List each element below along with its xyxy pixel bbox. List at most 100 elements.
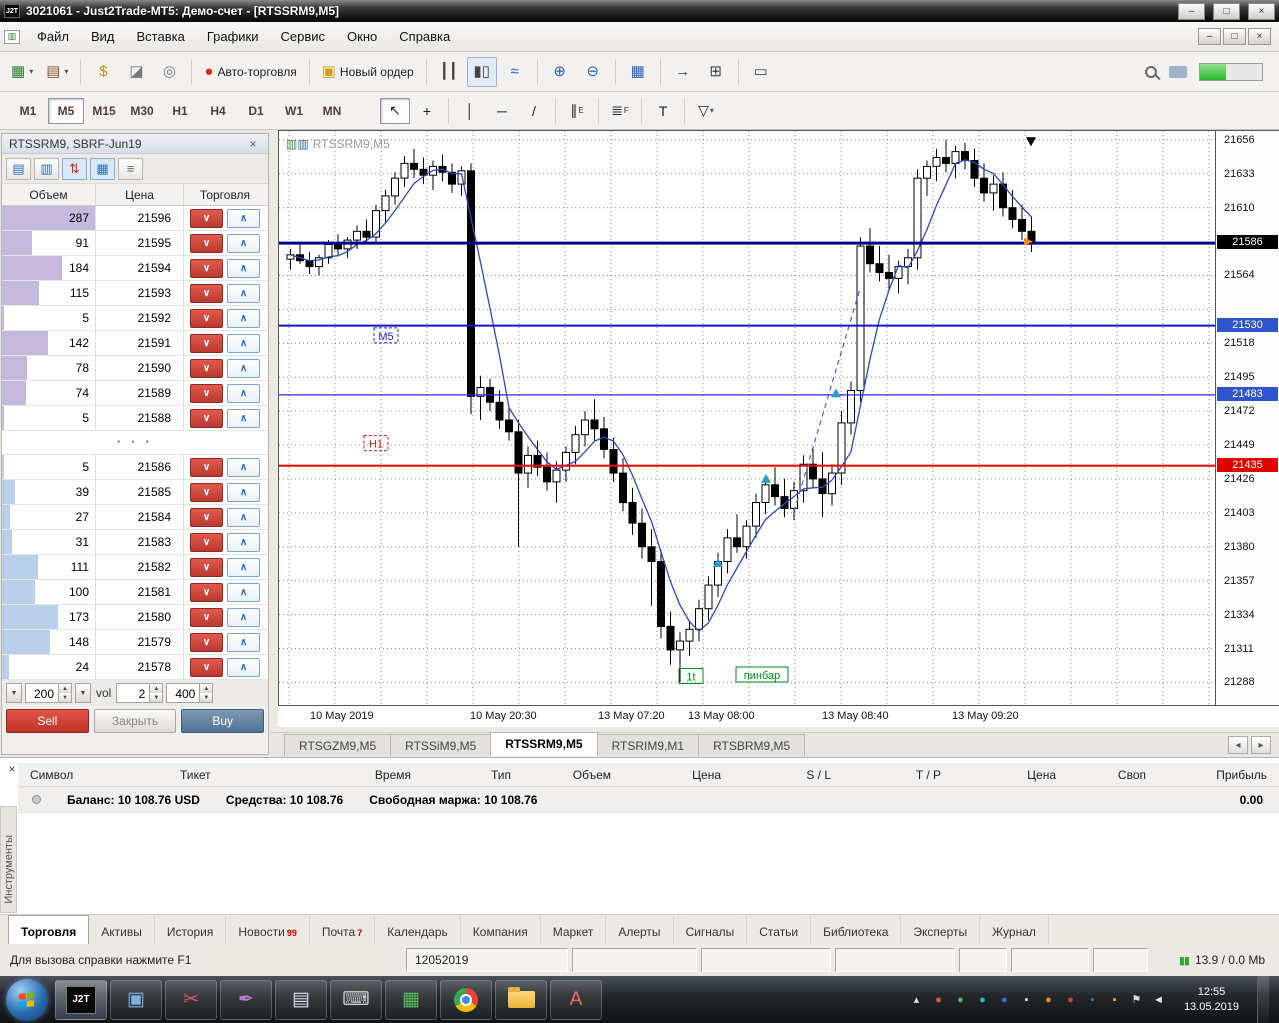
sell-at-price-button[interactable]: ∨ [190,233,223,253]
tray-icon-1[interactable]: ● [931,992,946,1008]
buy-at-price-button[interactable]: ∧ [227,258,260,278]
sell-at-price-button[interactable]: ∨ [190,383,223,403]
taskbar-snipping-app[interactable]: ✂ [165,979,217,1020]
sell-at-price-button[interactable]: ∨ [190,657,223,677]
sell-at-price-button[interactable]: ∨ [190,482,223,502]
chart-tab-1[interactable]: RTSGZM9,M5 [284,734,392,756]
chart-view-icon[interactable]: ▤ [6,157,31,180]
dom-column-1[interactable]: Объем [2,184,96,205]
taskbar-clock[interactable]: 12:55 13.05.2019 [1174,985,1249,1015]
buy-at-price-button[interactable]: ∧ [227,383,260,403]
tp-points-input[interactable]: 400 ▲ ▼ [166,683,214,703]
mdi-minimize-button[interactable]: – [1198,28,1221,45]
candles-chart-button[interactable]: ▮▯ [466,56,497,87]
orders-view-icon[interactable]: ⇅ [62,157,87,180]
tile-windows-button[interactable]: ▦ [623,57,653,87]
tray-icon-3[interactable]: ● [975,992,990,1008]
menu-item-5[interactable]: Сервис [270,23,337,50]
sell-at-price-button[interactable]: ∨ [190,532,223,552]
toolbox-tab-news[interactable]: Новости 99 [226,914,310,945]
toolbox-column-9[interactable]: Цена [953,768,1068,782]
taskbar-notepad-app[interactable]: ▤ [275,979,327,1020]
tray-icon-7[interactable]: ● [1063,992,1078,1008]
sl-dropdown-icon[interactable]: ▼ [6,683,22,703]
dom-column-2[interactable]: Цена [96,184,184,205]
buy-at-price-button[interactable]: ∧ [227,333,260,353]
toolbox-tab-trade[interactable]: Торговля [8,914,90,945]
buy-at-price-button[interactable]: ∧ [227,308,260,328]
search-icon[interactable] [1145,65,1157,78]
toolbox-tab-journal[interactable]: Журнал [980,914,1049,945]
taskbar-acrobat-app[interactable]: A [550,979,602,1020]
volume-up-icon[interactable]: ▲ [150,684,163,693]
chart-tab-3[interactable]: RTSSRM9,M5 [490,732,598,756]
toolbox-tab-market[interactable]: Маркет [541,914,607,945]
menu-item-4[interactable]: Графики [196,23,270,50]
mdi-restore-button[interactable]: □ [1223,28,1246,45]
toolbox-tab-experts[interactable]: Эксперты [901,914,981,945]
buy-at-price-button[interactable]: ∧ [227,233,260,253]
chart-shift-button[interactable]: ⊞ [701,57,731,87]
toolbox-column-7[interactable]: S / L [733,768,843,782]
trendline-tool[interactable]: / [519,98,549,124]
toolbox-column-1[interactable]: Символ [18,768,168,782]
tray-hidden-icons[interactable]: ▴ [909,992,924,1008]
chart-tab-2[interactable]: RTSSiM9,M5 [390,734,492,756]
minimize-button[interactable]: – [1178,2,1205,20]
toolbox-column-11[interactable]: Прибыль [1158,768,1279,782]
start-button[interactable] [2,978,52,1021]
close-position-button[interactable]: Закрыть [93,709,177,733]
sell-at-price-button[interactable]: ∨ [190,283,223,303]
timeframe-d1[interactable]: D1 [238,98,274,124]
data-window-button[interactable]: ◪ [121,57,151,87]
volume-down-icon[interactable]: ▼ [150,693,163,702]
sl-value[interactable]: 200 [26,684,58,702]
crosshair-tool[interactable]: + [412,98,442,124]
toolbox-tab-signals[interactable]: Сигналы [674,914,748,945]
mdi-close-button[interactable]: × [1248,28,1271,45]
toolbox-tab-history[interactable]: История [155,914,227,945]
bars-chart-button[interactable]: ┃┃ [434,57,464,87]
buy-at-price-button[interactable]: ∧ [227,457,260,477]
fibonacci-tool[interactable]: ≣ F [605,98,635,124]
autotrade-button[interactable]: ● Авто-торговля [199,57,301,87]
sell-at-price-button[interactable]: ∨ [190,507,223,527]
sell-at-price-button[interactable]: ∨ [190,358,223,378]
restore-button[interactable]: □ [1213,2,1240,20]
sell-at-price-button[interactable]: ∨ [190,408,223,428]
close-button[interactable]: × [1248,2,1275,20]
timeframe-h1[interactable]: H1 [162,98,198,124]
taskbar-j2t-app[interactable]: J2T [55,979,107,1020]
window-cascade-button[interactable]: ▭ [746,57,776,87]
toolbox-column-4[interactable]: Тип [423,768,523,782]
buy-at-price-button[interactable]: ∧ [227,557,260,577]
dom-header[interactable]: RTSSRM9, SBRF-Jun19 × [2,134,268,154]
toolbox-column-5[interactable]: Объем [523,768,623,782]
sell-at-price-button[interactable]: ∨ [190,308,223,328]
taskbar-green-terminal-app[interactable]: ▦ [385,979,437,1020]
tp-down-icon[interactable]: ▼ [200,693,213,702]
taskbar-explorer-app[interactable]: ▣ [110,979,162,1020]
tray-volume-icon[interactable]: ◄ [1151,992,1166,1008]
chart-canvas[interactable]: M5 H1 1t пинбар [279,131,1215,705]
price-scale[interactable]: 21656 21633 21610 21564 21518 21495 21472 21449… [1215,130,1279,705]
sell-at-price-button[interactable]: ∨ [190,258,223,278]
line-chart-button[interactable]: ≈ [500,57,530,87]
chart-tab-4[interactable]: RTSRIM9,M1 [596,734,700,756]
sell-at-price-button[interactable]: ∨ [190,607,223,627]
tray-icon-4[interactable]: ● [997,992,1012,1008]
toolbox-column-3[interactable]: Время [288,768,423,782]
tabs-scroll-right-icon[interactable]: ▸ [1251,736,1271,754]
taskbar-chrome-app[interactable] [440,979,492,1020]
show-desktop-button[interactable] [1257,976,1269,1023]
buy-at-price-button[interactable]: ∧ [227,283,260,303]
text-tool[interactable]: T [648,98,678,124]
sell-at-price-button[interactable]: ∨ [190,208,223,228]
horizontal-line-tool[interactable]: ─ [487,98,517,124]
buy-at-price-button[interactable]: ∧ [227,507,260,527]
time-axis[interactable]: 10 May 2019 10 May 20:30 13 May 07:20 13 Ma… [278,705,1279,727]
toolbox-column-8[interactable]: T / P [843,768,953,782]
timeframe-h4[interactable]: H4 [200,98,236,124]
timeframe-m5[interactable]: M5 [48,97,84,124]
cursor-tool[interactable]: ↖ [380,97,410,124]
